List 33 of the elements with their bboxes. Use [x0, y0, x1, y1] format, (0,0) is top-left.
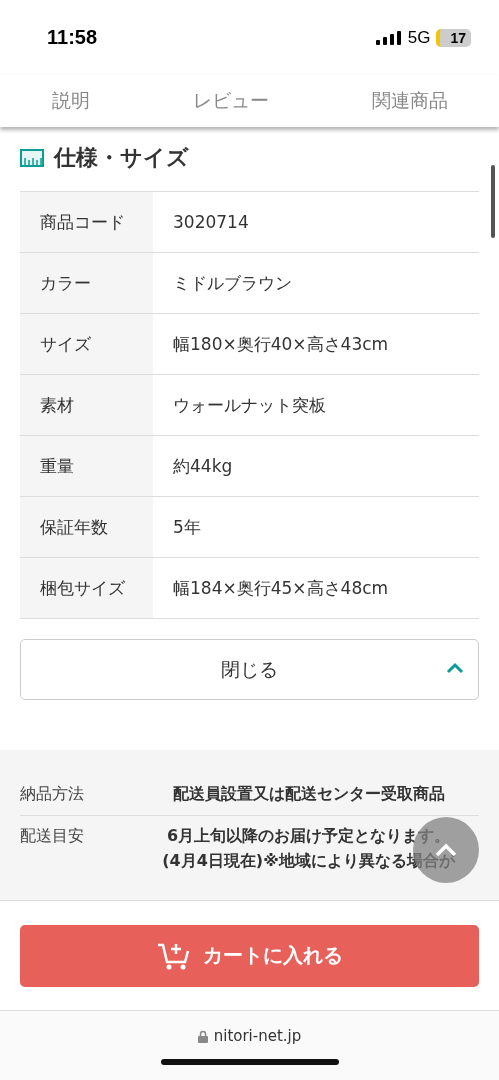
spec-value: ウォールナット突板 — [153, 374, 479, 436]
spec-label: 素材 — [20, 374, 153, 436]
spec-label: 重量 — [20, 435, 153, 497]
close-button[interactable]: 閉じる — [20, 639, 479, 700]
network-label: 5G — [407, 27, 431, 48]
spec-value: 3020714 — [153, 191, 479, 253]
tab[interactable]: レビュー — [184, 84, 277, 118]
tab[interactable]: 関連商品 — [363, 84, 456, 118]
battery-indicator: 17 — [436, 28, 471, 47]
delivery-text: 6月上旬以降のお届け予定となります。 — [166, 826, 451, 847]
ruler-icon — [20, 149, 44, 167]
spec-value: 約44kg — [153, 435, 479, 497]
scrollbar[interactable] — [491, 165, 495, 238]
add-to-cart-button[interactable]: カートに入れる — [20, 924, 479, 987]
spec-value: ミドルブラウン — [153, 252, 479, 314]
lock-icon — [197, 1029, 208, 1043]
spec-value: 幅184×奥行45×高さ48cm — [153, 557, 479, 619]
spec-label: カラー — [20, 252, 153, 314]
delivery-label: 配送目安 — [20, 826, 85, 847]
status-time: 11:58 — [47, 26, 98, 49]
url-text[interactable]: nitori-net.jp — [213, 1027, 302, 1045]
delivery-text: 配送員設置又は配送センター受取商品 — [172, 784, 445, 805]
spec-value: 幅180×奥行40×高さ43cm — [153, 313, 479, 375]
section-title: 仕様・サイズ — [54, 144, 189, 172]
tab[interactable]: 説明 — [43, 84, 98, 118]
chevron-up-icon — [446, 662, 464, 674]
signal-icon — [375, 30, 402, 45]
spec-label: 商品コード — [20, 191, 153, 253]
spec-label: 保証年数 — [20, 496, 153, 558]
delivery-label: 納品方法 — [20, 784, 85, 805]
spec-label: 梱包サイズ — [20, 557, 153, 619]
spec-value: 5年 — [153, 496, 479, 558]
spec-label: サイズ — [20, 313, 153, 375]
